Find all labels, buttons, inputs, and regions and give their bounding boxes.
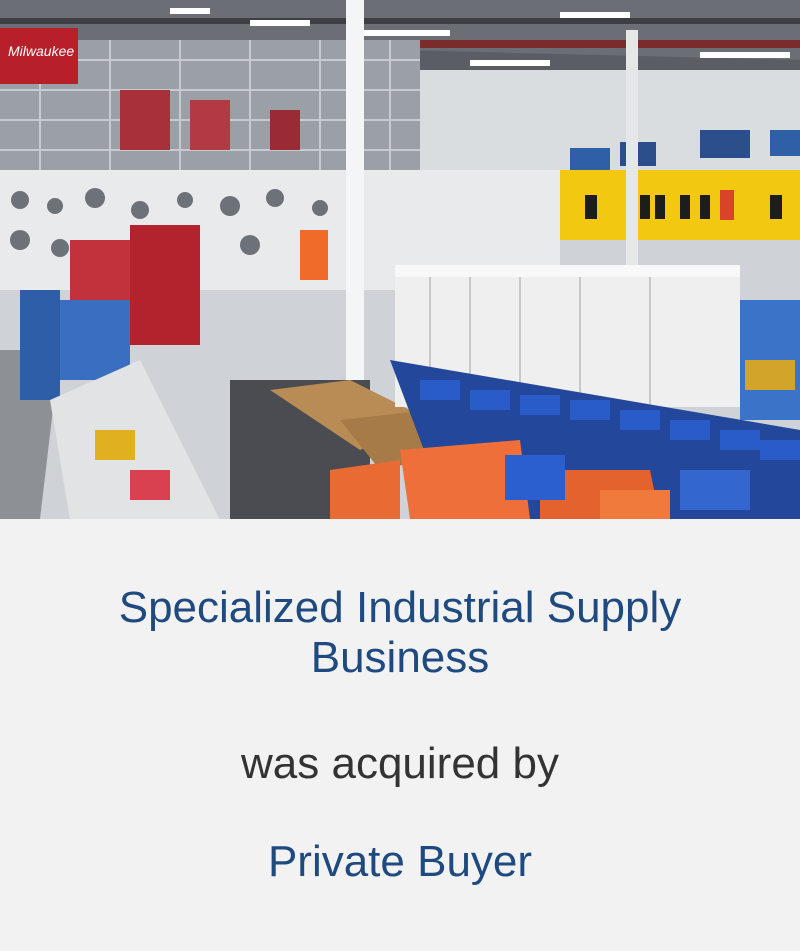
buyer-name: Private Buyer xyxy=(267,837,533,886)
company-name: Specialized Industrial Supply Business xyxy=(118,583,682,682)
acquisition-card: Milwaukee Specialized Industrial Supply … xyxy=(0,0,800,951)
svg-text:Milwaukee: Milwaukee xyxy=(8,43,74,59)
acquisition-statement: was acquired by xyxy=(241,739,559,788)
caption-area: Specialized Industrial Supply Business w… xyxy=(0,519,800,951)
store-interior-photo: Milwaukee xyxy=(0,0,800,519)
